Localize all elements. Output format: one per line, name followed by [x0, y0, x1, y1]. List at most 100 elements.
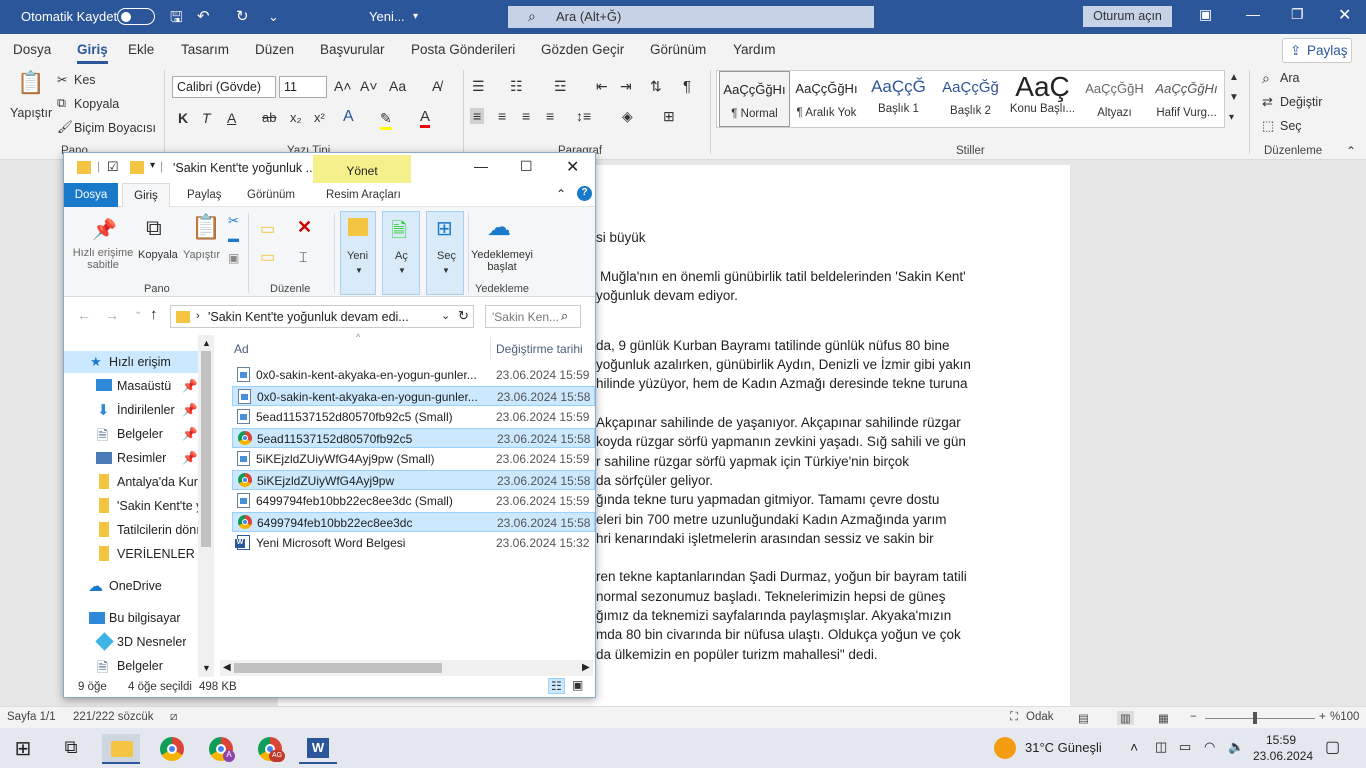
properties-icon[interactable]: ☑ [107, 159, 119, 175]
paste-icon[interactable]: 📋 [191, 213, 221, 242]
minimize-icon[interactable]: — [1246, 6, 1260, 22]
nav-item-onedrive[interactable]: OneDrive [109, 579, 162, 593]
show-marks-icon[interactable]: ¶ [683, 78, 691, 95]
document-title[interactable]: Yeni... [369, 9, 405, 24]
maximize-icon[interactable]: ☐ [520, 158, 533, 175]
nav-item-3d-objects[interactable]: 3D Nesneler [117, 635, 186, 649]
battery-icon[interactable]: ▭ [1179, 739, 1191, 755]
change-case-icon[interactable]: Aa [389, 78, 406, 94]
cut-icon[interactable]: ✂ [57, 72, 67, 87]
minimize-icon[interactable]: — [474, 158, 488, 174]
tab-paylas[interactable]: Paylaş [187, 189, 222, 201]
decrease-indent-icon[interactable]: ⇤ [596, 78, 608, 95]
nav-item-folder[interactable]: Tatilcilerin dönı [117, 523, 198, 537]
close-icon[interactable]: ✕ [566, 157, 579, 177]
subscript-icon[interactable]: x₂ [290, 110, 302, 125]
bullets-icon[interactable]: ☰ [472, 78, 485, 95]
column-header-date[interactable]: Değiştirme tarihi [496, 342, 583, 356]
tab-dosya[interactable]: Dosya [13, 42, 51, 57]
shading-icon[interactable]: ◈ [622, 108, 633, 125]
focus-button[interactable]: Odak [1026, 711, 1054, 723]
nav-item-documents[interactable]: Belgeler [117, 427, 163, 441]
tab-gorunum[interactable]: Görünüm [247, 189, 295, 201]
line-spacing-icon[interactable]: ↕≡ [576, 108, 591, 124]
h-scroll-thumb[interactable] [234, 663, 442, 673]
restore-icon[interactable]: ❐ [1291, 6, 1304, 23]
new-folder-icon[interactable] [130, 161, 144, 174]
tab-duzen[interactable]: Düzen [255, 42, 294, 57]
replace-icon[interactable]: ⇄ [1262, 94, 1273, 110]
nav-item-this-pc[interactable]: Bu bilgisayar [109, 611, 181, 625]
styles-scroll-down-icon[interactable]: ▼ [1229, 92, 1239, 103]
pin-icon[interactable]: 📌 [92, 217, 117, 242]
tab-basvurular[interactable]: Başvurular [320, 42, 385, 57]
focus-icon[interactable]: ⛶ [1010, 711, 1018, 724]
zoom-out-icon[interactable]: − [1190, 711, 1197, 723]
file-explorer-taskbar-icon[interactable] [102, 734, 140, 764]
file-row[interactable]: 5iKEjzldZUiyWfG4Ayj9pw (Small) 23.06.2024… [232, 449, 595, 469]
cut-button[interactable]: Kes [74, 73, 96, 87]
collapse-ribbon-icon[interactable]: ⌃ [1346, 144, 1356, 158]
style-no-spacing[interactable]: AaÇçĞğHı ¶ Aralık Yok [791, 71, 862, 127]
tab-resim-araclari[interactable]: Resim Araçları [326, 189, 401, 201]
style-heading-2[interactable]: AaÇçĞğ Başlık 2 [935, 71, 1006, 127]
ribbon-display-icon[interactable]: ▣ [1199, 6, 1212, 23]
bold-icon[interactable]: K [178, 110, 188, 126]
address-dropdown-icon[interactable]: ⌄ [441, 309, 450, 322]
zoom-slider[interactable] [1205, 718, 1315, 719]
align-left-icon[interactable]: ≡ [470, 108, 485, 124]
read-mode-icon[interactable]: ▤ [1078, 711, 1089, 725]
zoom-level[interactable]: %100 [1330, 711, 1359, 723]
numbering-icon[interactable]: ☷ [510, 78, 523, 95]
file-row[interactable]: 5iKEjzldZUiyWfG4Ayj9pw 23.06.2024 15:58 [232, 470, 595, 490]
styles-more-icon[interactable]: ▾ [1229, 112, 1234, 123]
shrink-font-icon[interactable]: A˅ [360, 78, 378, 94]
underline-icon[interactable]: A [227, 110, 236, 126]
format-painter-icon[interactable]: 🖌 [57, 120, 73, 135]
file-row[interactable]: 0x0-sakin-kent-akyaka-en-yogun-gunler...… [232, 386, 595, 406]
italic-icon[interactable]: T [202, 110, 211, 126]
grow-font-icon[interactable]: A˄ [334, 78, 352, 94]
camera-icon[interactable]: ◫ [1155, 739, 1167, 755]
search-box[interactable]: ⌕ Ara (Alt+Ğ) [508, 6, 874, 28]
show-hidden-icons-icon[interactable]: ˄ [1130, 739, 1138, 755]
tab-gorunum[interactable]: Görünüm [650, 42, 706, 57]
cut-icon[interactable]: ✂ [228, 213, 239, 229]
format-painter-button[interactable]: Biçim Boyacısı [74, 121, 156, 135]
zoom-thumb[interactable] [1253, 712, 1257, 724]
weather-text[interactable]: 31°C Güneşli [1025, 740, 1102, 755]
file-row[interactable]: 5ead11537152d80570fb92c5 (Small) 23.06.20… [232, 407, 595, 427]
chrome-profile-a-taskbar-icon[interactable]: A [201, 734, 239, 764]
select-icon[interactable]: ⬚ [1262, 118, 1274, 134]
cloud-upload-icon[interactable]: ☁ [487, 213, 511, 242]
align-right-icon[interactable]: ≡ [522, 108, 530, 124]
copy-button[interactable]: Kopyala [138, 249, 178, 261]
tab-gozden-gecir[interactable]: Gözden Geçir [541, 42, 624, 57]
file-row[interactable]: 5ead11537152d80570fb92c5 23.06.2024 15:58 [232, 428, 595, 448]
tab-giris[interactable]: Giriş [122, 183, 170, 208]
quick-access-toolbar-chevron-icon[interactable]: ▾ [150, 160, 155, 171]
copy-button[interactable]: Kopyala [74, 97, 119, 111]
scroll-left-icon[interactable]: ◀ [223, 662, 231, 673]
weather-icon[interactable] [994, 737, 1016, 759]
clock-time[interactable]: 15:59 [1266, 733, 1296, 747]
wifi-icon[interactable]: ◠ [1204, 739, 1215, 755]
recent-chevron-icon[interactable]: ⌄ [134, 306, 142, 317]
save-icon[interactable]: 🖫 [170, 7, 183, 32]
copy-to-icon[interactable]: ▭ [260, 247, 275, 267]
redo-icon[interactable]: ↻ [236, 7, 249, 25]
signin-button[interactable]: Oturum açın [1083, 6, 1172, 27]
nav-item-pictures[interactable]: Resimler [117, 451, 166, 465]
tab-dosya[interactable]: Dosya [64, 183, 118, 207]
font-name-select[interactable]: Calibri (Gövde) [172, 76, 276, 98]
styles-scroll-up-icon[interactable]: ▲ [1229, 72, 1239, 83]
collapse-ribbon-icon[interactable]: ⌃ [556, 187, 566, 201]
replace-button[interactable]: Değiştir [1280, 95, 1322, 109]
font-color-icon[interactable]: A [420, 108, 431, 128]
align-center-icon[interactable]: ≡ [498, 108, 506, 124]
nav-scrollbar[interactable]: ▲ ▼ [198, 335, 214, 677]
nav-item-folder[interactable]: 'Sakin Kent'te y [117, 499, 198, 513]
clear-format-icon[interactable]: A̸ [432, 78, 441, 94]
copy-icon[interactable]: ⧉ [57, 96, 66, 111]
strikethrough-icon[interactable]: ab [262, 110, 276, 125]
